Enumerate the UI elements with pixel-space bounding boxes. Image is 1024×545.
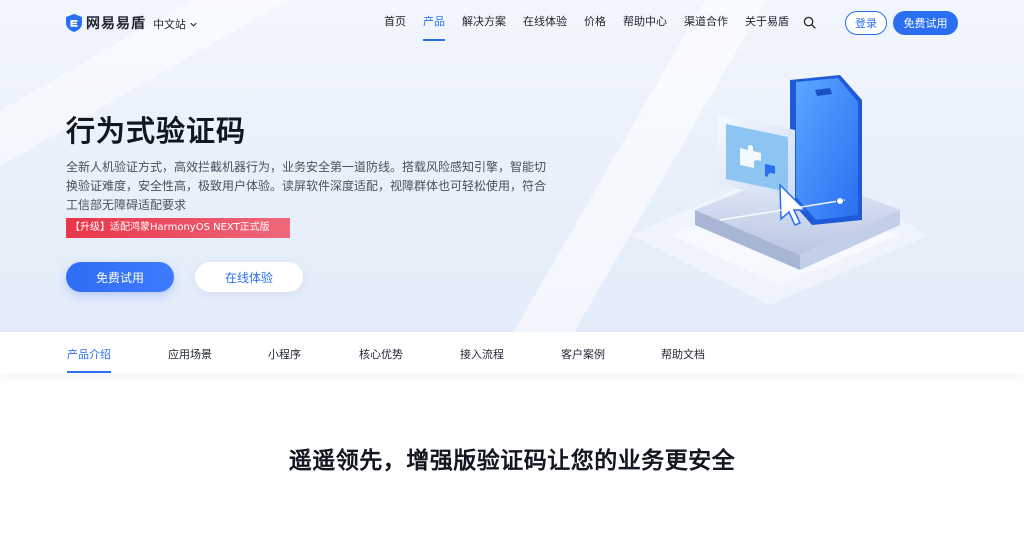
subnav-item-onboarding[interactable]: 接入流程 [460, 346, 504, 374]
upgrade-badge[interactable]: 【升级】适配鸿蒙HarmonyOS NEXT正式版 [66, 218, 290, 238]
logo-text: 网易易盾 [86, 16, 146, 32]
search-icon[interactable] [803, 16, 816, 29]
subnav-item-advantages[interactable]: 核心优势 [359, 346, 403, 374]
nav-item-about[interactable]: 关于易盾 [745, 15, 789, 41]
nav-item-channel-partners[interactable]: 渠道合作 [684, 15, 728, 41]
free-trial-button-header[interactable]: 免费试用 [893, 11, 958, 35]
page-title: 行为式验证码 [66, 114, 247, 148]
free-trial-button[interactable]: 免费试用 [66, 262, 174, 292]
nav-item-pricing[interactable]: 价格 [584, 15, 606, 41]
nav-item-products[interactable]: 产品 [423, 15, 445, 41]
nav-item-help-center[interactable]: 帮助中心 [623, 15, 667, 41]
subnav-item-intro[interactable]: 产品介绍 [67, 346, 111, 374]
login-button[interactable]: 登录 [845, 11, 887, 35]
site-switch-label: 中文站 [153, 18, 186, 31]
top-header: 网易易盾 中文站 首页 产品 解决方案 在线体验 价格 帮助中心 渠道合作 关于… [0, 0, 1024, 45]
section-title: 遥遥领先，增强版验证码让您的业务更安全 [288, 448, 736, 474]
main-nav: 首页 产品 解决方案 在线体验 价格 帮助中心 渠道合作 关于易盾 [384, 15, 806, 43]
hero-description: 全新人机验证方式，高效拦截机器行为，业务安全第一道防线。搭载风险感知引擎，智能切… [66, 160, 547, 212]
logo-shield-icon [66, 14, 82, 32]
site-language-switch[interactable]: 中文站 [153, 16, 198, 32]
subnav-item-mini-program[interactable]: 小程序 [268, 346, 301, 374]
nav-item-home[interactable]: 首页 [384, 15, 406, 41]
subnav-item-docs[interactable]: 帮助文档 [661, 346, 705, 374]
product-subnav: 产品介绍 应用场景 小程序 核心优势 接入流程 客户案例 帮助文档 [0, 332, 1024, 374]
logo[interactable]: 网易易盾 [66, 13, 146, 33]
hero-banner: 网易易盾 中文站 首页 产品 解决方案 在线体验 价格 帮助中心 渠道合作 关于… [0, 0, 1024, 332]
nav-item-online-demo[interactable]: 在线体验 [523, 15, 567, 41]
nav-item-solutions[interactable]: 解决方案 [462, 15, 506, 41]
subnav-item-cases[interactable]: 客户案例 [561, 346, 605, 374]
online-demo-button[interactable]: 在线体验 [195, 262, 303, 292]
subnav-item-scenarios[interactable]: 应用场景 [168, 346, 212, 374]
captcha-device-illustration [630, 75, 930, 305]
chevron-down-icon [190, 22, 197, 27]
